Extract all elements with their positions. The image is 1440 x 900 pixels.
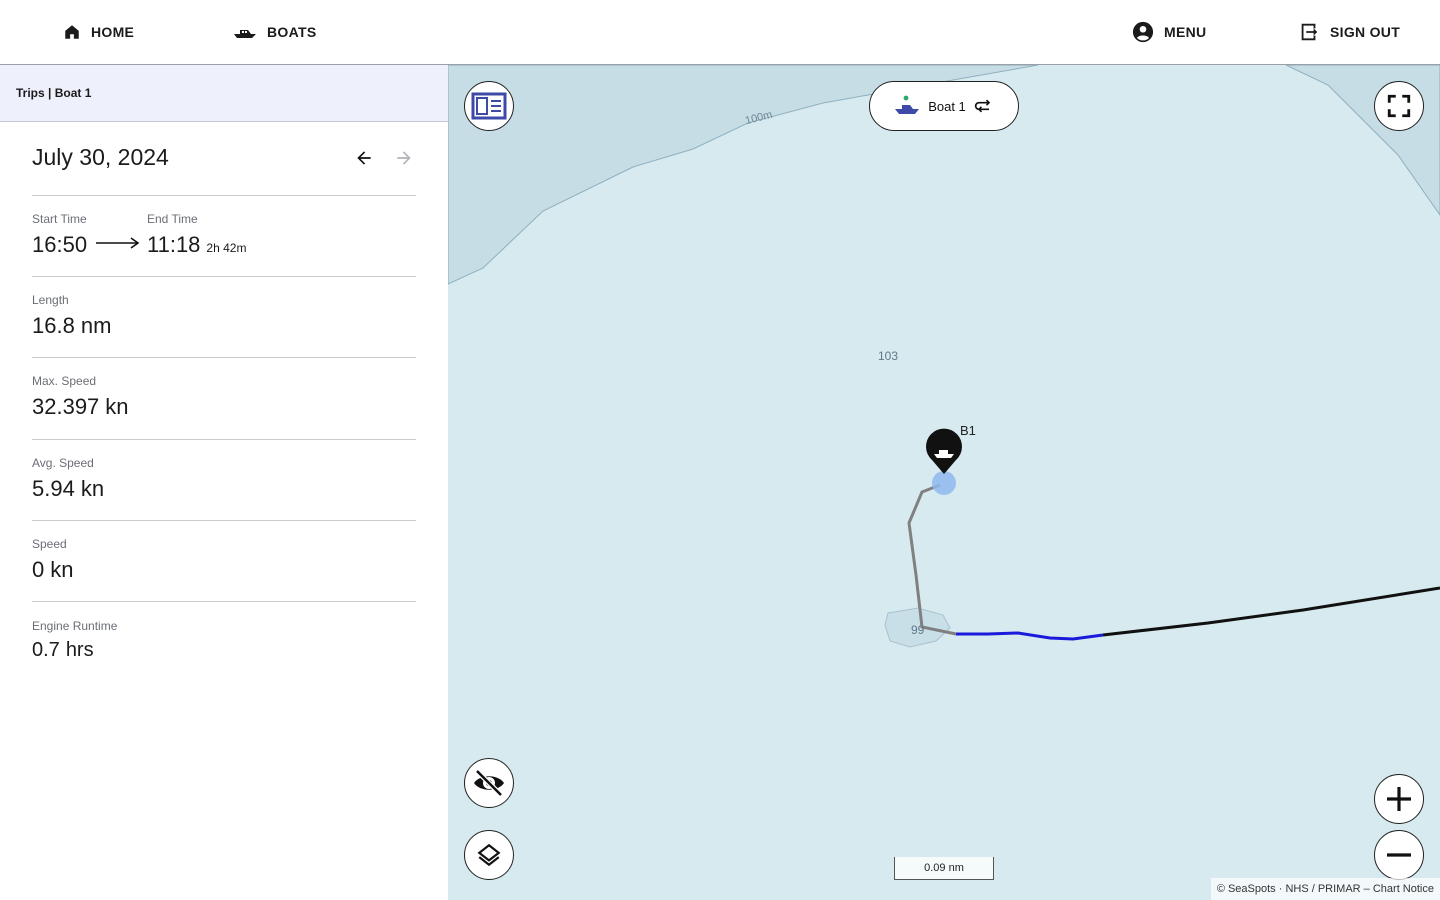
fullscreen-button[interactable] bbox=[1374, 81, 1424, 131]
deep-water-area bbox=[1285, 65, 1440, 216]
stat-avg-speed: Avg. Speed 5.94 kn bbox=[32, 456, 416, 521]
boat-icon bbox=[233, 24, 257, 40]
long-arrow-icon bbox=[96, 237, 140, 249]
logout-icon bbox=[1298, 21, 1320, 43]
end-time-label: End Time bbox=[147, 212, 198, 226]
previous-trip-button[interactable] bbox=[352, 146, 376, 170]
stat-value-row: 32.397 kn bbox=[32, 394, 129, 420]
boat-icon bbox=[895, 95, 920, 114]
stat-value: 0 bbox=[32, 557, 45, 582]
stat-unit: nm bbox=[80, 313, 112, 338]
chart-layer bbox=[448, 65, 1440, 648]
stat-max-speed: Max. Speed 32.397 kn bbox=[32, 374, 416, 440]
boat-marker[interactable] bbox=[926, 428, 962, 474]
panel-toggle-icon bbox=[471, 92, 507, 120]
map-attribution[interactable]: © SeaSpots · NHS / PRIMAR – Chart Notice bbox=[1210, 878, 1440, 900]
stat-value: 0.7 bbox=[32, 639, 60, 661]
current-position-dot bbox=[932, 471, 956, 495]
start-time-block: Start Time 16:50 bbox=[32, 212, 87, 258]
home-icon bbox=[63, 23, 81, 41]
stat-unit: kn bbox=[50, 557, 74, 582]
nav-boats-label: BOATS bbox=[267, 24, 317, 40]
stat-label: Max. Speed bbox=[32, 374, 97, 388]
stat-unit: hrs bbox=[65, 639, 94, 661]
end-time-block: End Time 11:18 2h 42m bbox=[147, 212, 246, 258]
nav-home-link[interactable]: HOME bbox=[63, 0, 134, 64]
stat-label: Engine Runtime bbox=[32, 619, 118, 633]
nautical-chart-map[interactable]: 100m 103 99 B1 Boat 1 0.09 nm © SeaSpots… bbox=[448, 65, 1440, 900]
boat-selector-button[interactable]: Boat 1 bbox=[869, 81, 1019, 131]
next-trip-button[interactable] bbox=[392, 146, 416, 170]
start-time-label: Start Time bbox=[32, 212, 87, 226]
stat-value-row: 16.8 nm bbox=[32, 313, 111, 339]
layers-icon bbox=[477, 843, 501, 867]
breadcrumb: Trips | Boat 1 bbox=[0, 65, 448, 122]
stat-value-row: 5.94 kn bbox=[32, 476, 104, 502]
track-recent-segment bbox=[956, 631, 1104, 641]
stat-value-row: 0 kn bbox=[32, 557, 74, 583]
stat-unit: kn bbox=[80, 476, 105, 501]
stat-label: Avg. Speed bbox=[32, 456, 94, 470]
trip-date: July 30, 2024 bbox=[32, 144, 169, 170]
arrow-left-icon bbox=[357, 151, 371, 165]
nav-signout-button[interactable]: SIGN OUT bbox=[1298, 0, 1400, 64]
start-time-value: 16:50 bbox=[32, 232, 88, 257]
nav-menu-button[interactable]: MENU bbox=[1132, 0, 1206, 64]
date-row: July 30, 2024 bbox=[32, 144, 416, 196]
trip-duration: 2h 42m bbox=[206, 241, 247, 255]
top-navigation-bar: HOME BOATS MENU SIGN OUT bbox=[0, 0, 1440, 65]
track-old-segment bbox=[1102, 586, 1440, 637]
stat-speed: Speed 0 kn bbox=[32, 537, 416, 602]
account-circle-icon bbox=[1132, 21, 1154, 43]
nav-menu-label: MENU bbox=[1164, 24, 1207, 40]
depth-sounding: 99 bbox=[911, 623, 925, 637]
end-time-value: 11:18 bbox=[147, 232, 201, 257]
map-layers-button[interactable] bbox=[464, 830, 514, 880]
swap-icon bbox=[974, 99, 990, 113]
plus-icon bbox=[1387, 787, 1411, 811]
stat-length: Length 16.8 nm bbox=[32, 293, 416, 358]
zoom-in-button[interactable] bbox=[1374, 774, 1424, 824]
panel-toggle-button[interactable] bbox=[464, 81, 514, 131]
minus-icon bbox=[1387, 853, 1411, 857]
stat-engine-runtime: Engine Runtime 0.7 hrs bbox=[32, 619, 416, 667]
end-time-value-row: 11:18 2h 42m bbox=[147, 232, 246, 258]
trip-times: Start Time 16:50 End Time 11:18 2h 42m bbox=[32, 212, 416, 277]
arrow-right-icon bbox=[397, 151, 411, 165]
nav-boats-link[interactable]: BOATS bbox=[233, 0, 316, 64]
stat-value: 16.8 bbox=[32, 313, 75, 338]
nav-signout-label: SIGN OUT bbox=[1330, 24, 1401, 40]
scale-bar: 0.09 nm bbox=[894, 857, 994, 880]
depth-sounding: 103 bbox=[878, 349, 899, 363]
toggle-visibility-button[interactable] bbox=[464, 758, 514, 808]
stat-value: 5.94 bbox=[32, 476, 75, 501]
stat-label: Speed bbox=[32, 537, 67, 551]
zoom-out-button[interactable] bbox=[1374, 830, 1424, 880]
fullscreen-icon bbox=[1387, 94, 1411, 118]
visibility-off-icon bbox=[474, 769, 504, 797]
stat-value: 32.397 bbox=[32, 394, 100, 419]
stat-value-row: 0.7 hrs bbox=[32, 639, 94, 662]
trip-details-sidebar: Trips | Boat 1 July 30, 2024 Start Time … bbox=[0, 65, 448, 900]
boat-selector-label: Boat 1 bbox=[928, 98, 966, 114]
boat-marker-label: B1 bbox=[960, 423, 976, 438]
stat-unit: kn bbox=[105, 394, 129, 419]
nav-home-label: HOME bbox=[91, 24, 135, 40]
stat-label: Length bbox=[32, 293, 69, 307]
